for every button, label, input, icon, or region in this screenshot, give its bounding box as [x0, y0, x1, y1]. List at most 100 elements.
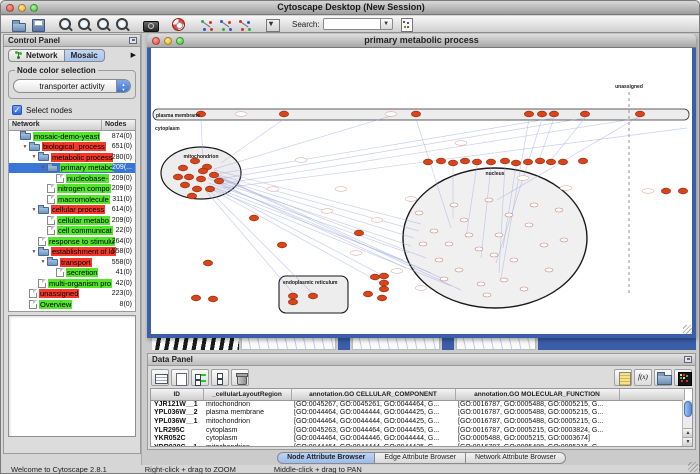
- network-tree-item[interactable]: ▼cellular process614(0): [9, 205, 135, 216]
- expand-triangle-icon[interactable]: ▼: [39, 259, 47, 265]
- network-edge[interactable]: [213, 190, 381, 283]
- table-column-header[interactable]: _cellularLayoutRegion: [203, 389, 291, 400]
- network-tree-item[interactable]: cell communicat22(0): [9, 226, 135, 237]
- network-node[interactable]: [430, 229, 438, 233]
- network-node-selected[interactable]: [578, 158, 587, 164]
- network-node-selected[interactable]: [411, 111, 420, 117]
- network-node-selected[interactable]: [203, 260, 212, 266]
- network-node[interactable]: [545, 268, 553, 272]
- network-node-selected[interactable]: [173, 174, 182, 180]
- network-tree-item[interactable]: ▼establishment of lo558(0): [9, 247, 135, 258]
- network-tree-item[interactable]: ▼biological_process651(0): [9, 142, 135, 153]
- network-node[interactable]: [419, 242, 427, 246]
- network-node-selected[interactable]: [486, 159, 495, 165]
- table-column-header[interactable]: ID: [151, 389, 203, 400]
- scroll-up-button[interactable]: ▲: [683, 428, 693, 437]
- delete-attribute-icon[interactable]: [231, 369, 249, 386]
- network-tree-item[interactable]: multi-organism pro42(0): [9, 278, 135, 289]
- unselect-attributes-icon[interactable]: [211, 369, 229, 386]
- tab-edge-attribute-browser[interactable]: Edge Attribute Browser: [375, 452, 466, 464]
- network-tree-item[interactable]: secretion41(0): [9, 268, 135, 279]
- tree-column-network[interactable]: Network: [9, 120, 102, 130]
- float-panel-icon[interactable]: [129, 37, 137, 44]
- network-edge[interactable]: [208, 178, 406, 268]
- background-window-fragment[interactable]: [338, 338, 350, 350]
- table-column-header[interactable]: annotation.GO MOLECULAR_FUNCTION: [455, 389, 619, 400]
- network-node-selected[interactable]: [558, 159, 567, 165]
- network-node-selected[interactable]: [379, 280, 388, 286]
- network-tree-item[interactable]: Overview8(0): [9, 299, 135, 310]
- destroy-network-icon[interactable]: [236, 17, 253, 32]
- network-tree-item[interactable]: mosaic-demo-yeast874(0): [9, 131, 135, 142]
- window-resize-grip[interactable]: [688, 462, 698, 472]
- tab-network[interactable]: Network: [8, 49, 65, 62]
- open-session-icon[interactable]: [10, 17, 27, 32]
- table-row[interactable]: YJR121W__1mitochondrion[GO:0045267, GO:0…: [151, 400, 684, 409]
- network-node-selected[interactable]: [535, 158, 544, 164]
- zoom-selected-region-icon[interactable]: ▫: [95, 17, 112, 32]
- table-scrollbar[interactable]: ▲ ▼: [682, 400, 692, 446]
- network-node-selected[interactable]: [580, 111, 589, 117]
- float-data-panel-icon[interactable]: [684, 356, 692, 363]
- network-node[interactable]: [500, 278, 508, 282]
- network-canvas[interactable]: plasma membranecytoplasmmitochondrionnuc…: [151, 48, 692, 334]
- network-node-selected[interactable]: [460, 158, 469, 164]
- network-node-selected[interactable]: [370, 274, 379, 280]
- expand-triangle-icon[interactable]: ▼: [30, 249, 38, 255]
- network-node[interactable]: [460, 218, 468, 222]
- background-window-fragment[interactable]: [352, 338, 440, 350]
- tab-network-attribute-browser[interactable]: Network Attribute Browser: [466, 452, 566, 464]
- network-node-selected[interactable]: [635, 111, 644, 117]
- network-node-selected[interactable]: [279, 111, 288, 117]
- network-node-selected[interactable]: [192, 186, 201, 192]
- expand-triangle-icon[interactable]: ▼: [30, 154, 38, 160]
- network-node-selected[interactable]: [377, 295, 386, 301]
- tab-mosaic[interactable]: Mosaic: [65, 49, 105, 62]
- network-node-selected[interactable]: [379, 286, 388, 292]
- network-node-selected[interactable]: [436, 158, 445, 164]
- network-node[interactable]: [495, 233, 503, 237]
- network-edge[interactable]: [217, 118, 554, 174]
- expand-triangle-icon[interactable]: ▼: [39, 165, 47, 171]
- table-row[interactable]: YPL036W__2plasma membrane[GO:0044464, GO…: [151, 409, 684, 418]
- background-window-fragment[interactable]: [442, 338, 454, 350]
- configure-search-icon[interactable]: [398, 17, 415, 32]
- network-tree-item[interactable]: response to stimulu264(0): [9, 236, 135, 247]
- network-node[interactable]: [445, 242, 453, 246]
- network-node-selected[interactable]: [205, 186, 214, 192]
- plasma-membrane-compartment[interactable]: [153, 109, 689, 120]
- network-tree-item[interactable]: ▼metabolic process280(0): [9, 152, 135, 163]
- search-input[interactable]: [323, 18, 381, 30]
- network-node-selected[interactable]: [249, 215, 258, 221]
- network-node[interactable]: [530, 203, 538, 207]
- network-node-selected[interactable]: [308, 293, 317, 299]
- tree-column-nodes[interactable]: Nodes: [102, 120, 135, 130]
- network-overview-icon[interactable]: [198, 17, 215, 32]
- network-node-selected[interactable]: [363, 291, 372, 297]
- scrollbar-thumb[interactable]: [684, 401, 692, 417]
- network-edge[interactable]: [214, 170, 421, 224]
- network-node[interactable]: [510, 258, 518, 262]
- network-node[interactable]: [475, 247, 483, 251]
- network-node[interactable]: [525, 223, 533, 227]
- network-node-selected[interactable]: [196, 176, 205, 182]
- network-node-selected[interactable]: [678, 188, 687, 194]
- scroll-down-button[interactable]: ▼: [683, 437, 693, 446]
- network-node-selected[interactable]: [198, 168, 207, 174]
- network-node-selected[interactable]: [511, 160, 520, 166]
- network-tree-item[interactable]: unassigned223(0): [9, 289, 135, 300]
- network-node-selected[interactable]: [214, 178, 223, 184]
- matrix-view-icon[interactable]: [674, 369, 692, 386]
- annotation-icon[interactable]: [264, 17, 281, 32]
- node-color-dropdown[interactable]: transporter activity ▲▼: [13, 79, 131, 93]
- expand-triangle-icon[interactable]: ▼: [30, 207, 38, 213]
- network-node-selected[interactable]: [523, 159, 532, 165]
- network-tree-item[interactable]: nitrogen compo209(0): [9, 184, 135, 195]
- network-edge[interactable]: [551, 118, 585, 160]
- table-column-header[interactable]: [619, 389, 684, 400]
- network-node[interactable]: [490, 253, 498, 257]
- view-resize-grip[interactable]: [683, 325, 692, 334]
- network-node-selected[interactable]: [191, 295, 200, 301]
- background-window-fragment[interactable]: [241, 338, 336, 350]
- table-row[interactable]: YDR039C__1mitochondrion[GO:0044464, GO:0…: [151, 443, 684, 447]
